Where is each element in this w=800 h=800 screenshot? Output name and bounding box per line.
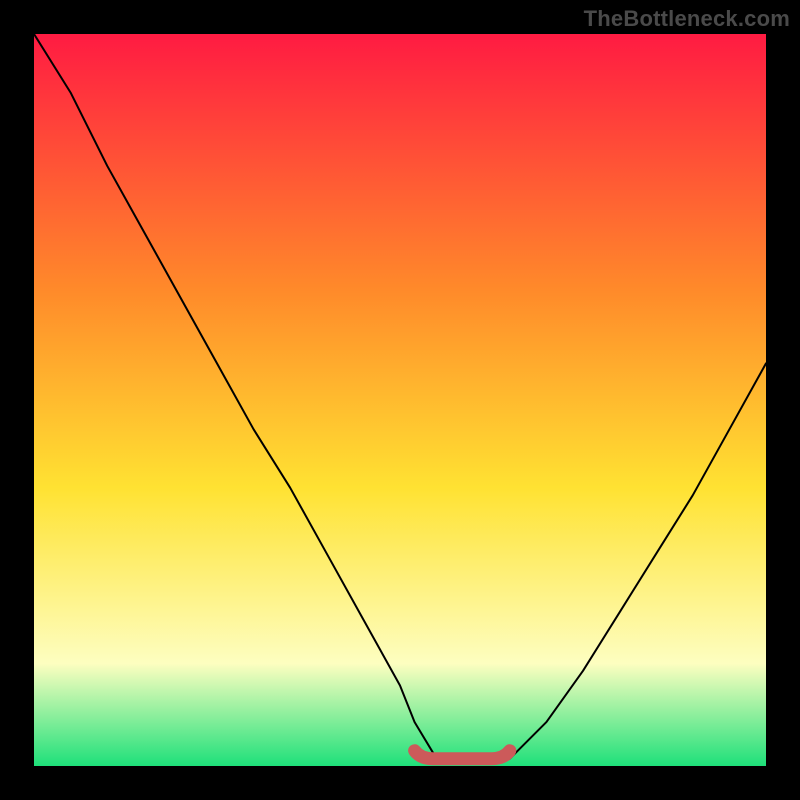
plot-area — [34, 34, 766, 766]
gradient-background — [34, 34, 766, 766]
chart-svg — [34, 34, 766, 766]
watermark-text: TheBottleneck.com — [584, 6, 790, 32]
chart-frame: TheBottleneck.com — [0, 0, 800, 800]
